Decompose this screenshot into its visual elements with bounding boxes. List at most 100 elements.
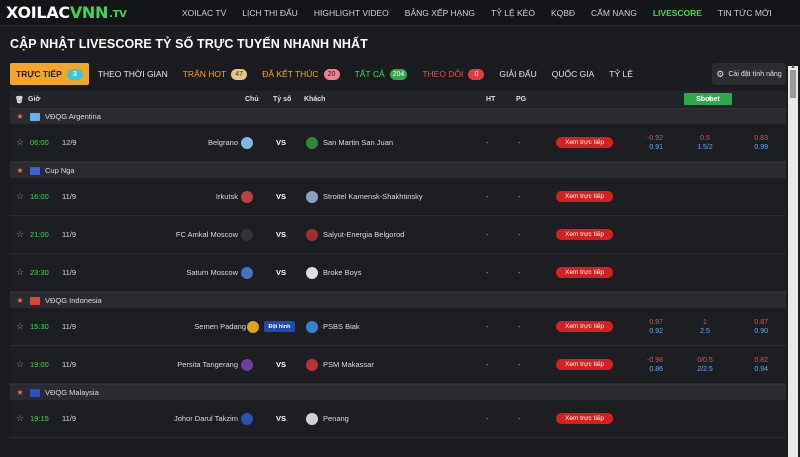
filter-live[interactable]: TRỰC TIẾP 3 [10,63,89,85]
match-row[interactable]: ☆ 19:00 11/9 Persita Tangerang VS PSM Makassa… [10,346,786,384]
corner-score: - [518,230,521,239]
odd-top: 0/0.5 [697,356,713,364]
favorite-star-icon[interactable]: ☆ [16,321,24,332]
home-team-logo-icon [247,320,259,333]
away-team[interactable]: Stroitel Kamensk-Shakhtinsky [323,192,423,201]
match-row[interactable]: ☆ 21:00 11/9 FC Amkal Moscow VS Salyut-Energi… [10,216,786,254]
filter-odds[interactable]: TỶ LỆ [603,63,639,85]
watch-live-button[interactable]: Xem trực tiếp [556,359,613,370]
home-team[interactable]: Semen Padang [194,322,246,331]
match-row[interactable]: ☆ 23:30 11/9 Saturn Moscow VS Broke Boys - - Xem… [10,254,786,292]
league-header[interactable]: ★ VĐQG Indonesia [10,292,786,308]
match-row[interactable]: ☆ 16:00 11/9 Irkutsk VS Stroitel Kamensk-Shak… [10,178,786,216]
filter-country[interactable]: QUỐC GIA [546,63,601,85]
handicap-odds[interactable]: -0.92 0.91 [635,134,663,152]
filter-all-count: 204 [389,68,408,80]
filter-league[interactable]: GIẢI ĐẤU [493,63,542,85]
odd-bottom: 2/2.5 [697,365,713,373]
home-team[interactable]: Belgrano [208,138,238,147]
nav-lich-thi-dau[interactable]: LỊCH THI ĐẤU [242,8,298,18]
home-team[interactable]: Johor Darul Takzim [174,414,238,423]
match-time: 19:00 [30,360,49,369]
favorite-star-icon[interactable]: ☆ [16,137,24,148]
filter-finished-count: 20 [323,68,340,80]
filter-all[interactable]: TẤT CẢ 204 [349,63,414,85]
corner-score: - [518,268,521,277]
nav-highlight-video[interactable]: HIGHLIGHT VIDEO [314,8,389,18]
watch-live-button[interactable]: Xem trực tiếp [556,229,613,240]
half-time-score: - [486,268,489,277]
col-ht: HT [486,96,496,103]
filter-follow[interactable]: THEO DÕI 0 [416,63,490,85]
page-title: CẬP NHẬT LIVESCORE TỶ SỐ TRỰC TUYẾN NHAN… [10,37,368,51]
league-header[interactable]: ★ VĐQG Malaysia [10,384,786,400]
away-team[interactable]: PSM Makassar [323,360,374,369]
filter-schedule[interactable]: THEO THỜI GIAN [92,63,174,85]
total-odds[interactable]: 0.82 0.94 [746,356,768,374]
away-team[interactable]: Broke Boys [323,268,361,277]
total-odds[interactable]: 0.87 0.90 [746,318,768,336]
star-icon[interactable]: ★ [10,112,30,121]
star-icon[interactable]: ★ [10,166,30,175]
nav-kqbd[interactable]: KQBĐ [551,8,575,18]
total-odds[interactable]: 0.83 0.99 [746,134,768,152]
match-row[interactable]: ☆ 15:30 11/9 Semen Padang Đội hình PSBS Biak -… [10,308,786,346]
nav-tin-tuc-moi[interactable]: TIN TỨC MỚI [718,8,772,18]
nav-livescore[interactable]: LIVESCORE [653,8,702,18]
settings-button[interactable]: ⚙ Cài đặt tính năng [712,63,786,85]
handicap-odds[interactable]: 0.97 0.92 [635,318,663,336]
scrollbar[interactable]: ▲ [788,64,798,457]
match-row[interactable]: ☆ 19:15 11/9 Johor Darul Takzim VS Penang - - Xe… [10,400,786,438]
league-header[interactable]: ★ Cup Nga [10,162,786,178]
match-date: 11/9 [62,414,77,423]
home-team[interactable]: Persita Tangerang [177,360,238,369]
match-date: 11/9 [62,268,77,277]
favorite-star-icon[interactable]: ☆ [16,229,24,240]
away-team[interactable]: Penang [323,414,349,423]
filter-hot[interactable]: TRẬN HOT 47 [177,63,253,85]
away-team[interactable]: Salyut-Energia Belgorod [323,230,404,239]
score: VS [276,360,287,369]
scrollbar-thumb[interactable] [790,70,796,98]
watch-live-button[interactable]: Xem trực tiếp [556,267,613,278]
star-icon[interactable]: ★ [10,296,30,305]
site-logo[interactable]: XOILAC VNN .TV [0,0,138,26]
watch-live-button[interactable]: Xem trực tiếp [556,321,613,332]
trash-icon[interactable]: 🗑 [15,96,24,104]
handicap-odds[interactable]: -0.98 0.86 [635,356,663,374]
nav-bang-xep-hang[interactable]: BẢNG XẾP HẠNG [405,8,475,18]
match-date: 11/9 [62,322,77,331]
watch-live-button[interactable]: Xem trực tiếp [556,137,613,148]
league-header[interactable]: ★ VĐQG Argentina [10,108,786,124]
odd-top: 0.97 [649,318,663,326]
handicap-line[interactable]: 0/0.5 2/2.5 [694,356,716,374]
home-team[interactable]: FC Amkal Moscow [176,230,238,239]
favorite-star-icon[interactable]: ☆ [16,359,24,370]
away-team[interactable]: San Martin San Juan [323,138,393,147]
home-team[interactable]: Irkutsk [216,192,238,201]
match-row[interactable]: ☆ 06:00 12/9 Belgrano VS San Martin San Juan -… [10,124,786,162]
filter-finished[interactable]: ĐÃ KẾT THÚC 20 [256,63,345,85]
handicap-line[interactable]: 0.5 1.5/2 [694,134,716,152]
odd-top: 0.82 [754,356,768,364]
favorite-star-icon[interactable]: ☆ [16,413,24,424]
bookmaker-select[interactable]: Sbobet ▾ [684,93,732,105]
away-team[interactable]: PSBS Biak [323,322,360,331]
handicap-line[interactable]: 1 2.5 [694,318,716,336]
nav-ty-le-keo[interactable]: TỶ LỆ KÈO [491,8,535,18]
gear-icon: ⚙ [716,68,725,79]
favorite-star-icon[interactable]: ☆ [16,267,24,278]
score: VS [276,414,287,423]
col-time: Giờ [28,96,41,103]
settings-label: Cài đặt tính năng [728,70,782,78]
star-icon[interactable]: ★ [10,388,30,397]
home-team[interactable]: Saturn Moscow [186,268,238,277]
league-name: VĐQG Malaysia [45,388,99,397]
watch-live-button[interactable]: Xem trực tiếp [556,413,613,424]
odd-top: 0.5 [700,134,710,142]
nav-xoilac-tv[interactable]: XOILAC TV [182,8,226,18]
lineup-badge[interactable]: Đội hình [264,321,295,332]
nav-cam-nang[interactable]: CẨM NANG [591,8,637,18]
watch-live-button[interactable]: Xem trực tiếp [556,191,613,202]
favorite-star-icon[interactable]: ☆ [16,191,24,202]
